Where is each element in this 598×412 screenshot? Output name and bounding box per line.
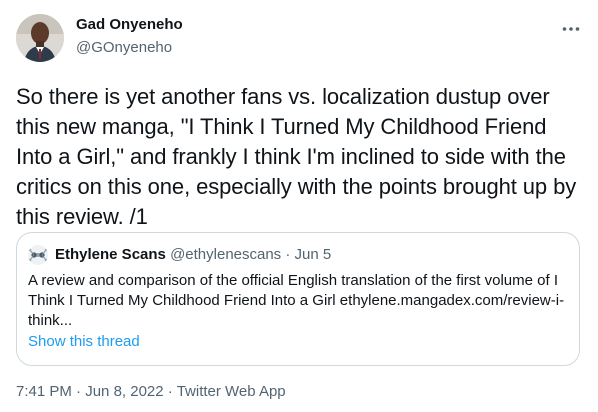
tweet-text: So there is yet another fans vs. localiz… bbox=[16, 84, 577, 229]
more-options-button[interactable] bbox=[556, 14, 586, 44]
author-display-name[interactable]: Gad Onyeneho bbox=[76, 16, 183, 33]
footer-separator: · bbox=[76, 383, 82, 400]
ethylene-molecule-icon bbox=[28, 245, 48, 265]
tweet-time[interactable]: 7:41 PM bbox=[16, 383, 72, 400]
tweet-footer: 7:41 PM · Jun 8, 2022 · Twitter Web App bbox=[16, 383, 286, 400]
quoted-tweet-card[interactable]: Ethylene Scans @ethylenescans · Jun 5 A … bbox=[16, 232, 580, 366]
quoted-author-name: Ethylene Scans bbox=[55, 246, 166, 263]
quoted-author-handle: @ethylenescans bbox=[170, 246, 282, 263]
more-horizontal-icon bbox=[562, 27, 580, 31]
quoted-author-avatar bbox=[28, 245, 48, 265]
tweet-source[interactable]: Twitter Web App bbox=[177, 383, 286, 400]
author-handle[interactable]: @GOnyeneho bbox=[76, 39, 172, 56]
avatar-image bbox=[16, 14, 64, 62]
tweet: Gad Onyeneho @GOnyeneho So there is yet … bbox=[0, 0, 598, 412]
quoted-date: Jun 5 bbox=[294, 246, 332, 263]
footer-separator: · bbox=[167, 383, 173, 400]
quoted-tweet-text: A review and comparison of the official … bbox=[28, 272, 565, 329]
quoted-tweet-header: Ethylene Scans @ethylenescans · Jun 5 bbox=[55, 246, 331, 263]
show-thread-link[interactable]: Show this thread bbox=[28, 333, 140, 350]
quoted-separator: · bbox=[285, 246, 291, 263]
tweet-date[interactable]: Jun 8, 2022 bbox=[85, 383, 163, 400]
author-avatar[interactable] bbox=[16, 14, 64, 62]
